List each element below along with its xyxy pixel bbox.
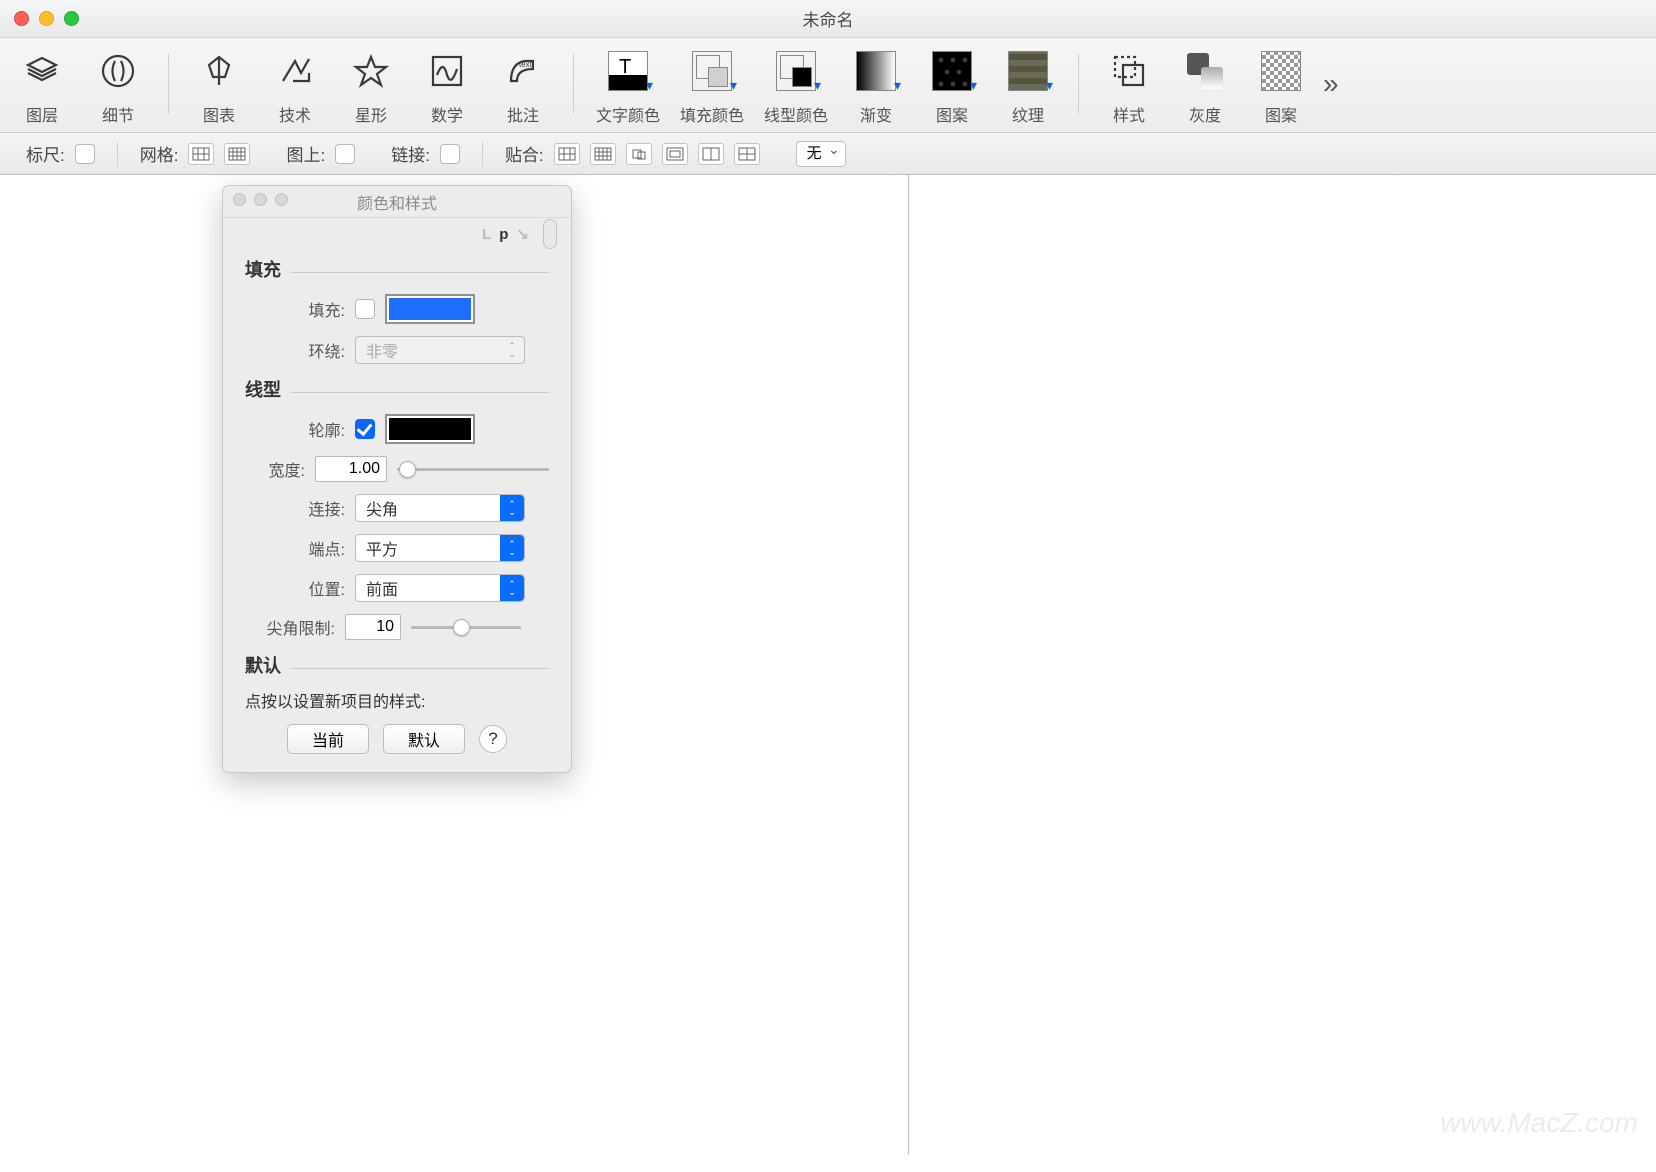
panel-tab-arrow-icon[interactable]: ↘: [516, 225, 529, 243]
toolbar-overflow[interactable]: »: [1323, 68, 1339, 100]
grid-3x3-icon[interactable]: [188, 143, 214, 165]
panel-tab-l-icon[interactable]: L: [482, 226, 491, 243]
width-slider[interactable]: [397, 459, 549, 479]
snap-opt6-icon[interactable]: [734, 143, 760, 165]
annotate-icon: text: [500, 48, 546, 94]
canvas-area[interactable]: 颜色和样式 L p ↘ 填充 填充: 环绕: 非零⌃⌄ 线型 轮廓:: [0, 175, 1656, 1155]
toolbar-separator: [1078, 54, 1079, 114]
link-label: 链接:: [391, 141, 430, 166]
default-hint: 点按以设置新项目的样式:: [245, 688, 549, 712]
ontop-toggle[interactable]: [335, 144, 355, 164]
toolbar-gradient[interactable]: ▾ 渐变: [848, 48, 904, 126]
wrap-label: 环绕:: [245, 338, 345, 362]
tech-icon: [272, 48, 318, 94]
miter-slider[interactable]: [411, 617, 521, 637]
current-button[interactable]: 当前: [287, 724, 369, 754]
chart-icon: [196, 48, 242, 94]
main-toolbar: 图层 细节 图表 技术 星形 数学 text 批注 T▾: [0, 38, 1656, 133]
pattern2-icon: [1258, 48, 1304, 94]
ruler-toggle[interactable]: [75, 144, 95, 164]
fill-color-icon: ▾: [689, 48, 735, 94]
toolbar-style[interactable]: 样式: [1101, 48, 1157, 126]
line-color-icon: ▾: [773, 48, 819, 94]
cap-label: 端点:: [245, 536, 345, 560]
fill-label: 填充:: [245, 297, 345, 321]
width-input[interactable]: [315, 456, 387, 482]
ontop-label: 图上:: [286, 141, 325, 166]
toolbar-fill-color[interactable]: ▾ 填充颜色: [680, 48, 744, 126]
toolbar-texture[interactable]: ▾ 纹理: [1000, 48, 1056, 126]
snap-opt5-icon[interactable]: [698, 143, 724, 165]
toolbar-chart[interactable]: 图表: [191, 48, 247, 126]
fill-color-swatch[interactable]: [385, 294, 475, 324]
wrap-select[interactable]: 非零⌃⌄: [355, 336, 525, 364]
texture-icon: ▾: [1005, 48, 1051, 94]
option-bar: 标尺: 网格: 图上: 链接: 贴合: 无: [0, 133, 1656, 175]
toolbar-tech[interactable]: 技术: [267, 48, 323, 126]
toolbar-math[interactable]: 数学: [419, 48, 475, 126]
toolbar-grayscale[interactable]: 灰度: [1177, 48, 1233, 126]
cap-select[interactable]: 平方⌃⌄: [355, 534, 525, 562]
snap-opt3-icon[interactable]: [626, 143, 652, 165]
toolbar-star[interactable]: 星形: [343, 48, 399, 126]
snap-opt4-icon[interactable]: [662, 143, 688, 165]
vertical-guide: [908, 175, 909, 1155]
color-style-panel: 颜色和样式 L p ↘ 填充 填充: 环绕: 非零⌃⌄ 线型 轮廓:: [222, 185, 572, 773]
layers-icon: [19, 48, 65, 94]
toolbar-pattern-dots[interactable]: ▾ 图案: [924, 48, 980, 126]
position-label: 位置:: [245, 576, 345, 600]
width-label: 宽度:: [245, 457, 305, 481]
panel-close[interactable]: [233, 193, 246, 206]
window-titlebar: 未命名: [0, 0, 1656, 38]
panel-title-text: 颜色和样式: [357, 190, 437, 214]
grayscale-icon: [1182, 48, 1228, 94]
help-button[interactable]: ?: [479, 725, 507, 753]
panel-min[interactable]: [254, 193, 267, 206]
panel-tab-p[interactable]: p: [499, 226, 508, 243]
snap-label: 贴合:: [505, 141, 544, 166]
line-section-header: 线型: [245, 376, 281, 402]
grid-label: 网格:: [140, 141, 179, 166]
panel-titlebar[interactable]: 颜色和样式: [223, 186, 571, 218]
star-icon: [348, 48, 394, 94]
style-icon: [1106, 48, 1152, 94]
link-toggle[interactable]: [440, 144, 460, 164]
window-title: 未命名: [0, 6, 1656, 31]
toolbar-text-color[interactable]: T▾ 文字颜色: [596, 48, 660, 126]
toolbar-annotate[interactable]: text 批注: [495, 48, 551, 126]
toolbar-layers[interactable]: 图层: [14, 48, 70, 126]
miter-input[interactable]: [345, 614, 401, 640]
detail-icon: [95, 48, 141, 94]
join-label: 连接:: [245, 496, 345, 520]
gradient-icon: ▾: [853, 48, 899, 94]
math-icon: [424, 48, 470, 94]
svg-text:text: text: [519, 60, 533, 69]
default-section-header: 默认: [245, 652, 281, 678]
pattern-dots-icon: ▾: [929, 48, 975, 94]
toolbar-separator: [573, 54, 574, 114]
outline-label: 轮廓:: [245, 417, 345, 441]
fill-checkbox[interactable]: [355, 299, 375, 319]
snap-select[interactable]: 无: [796, 141, 846, 167]
snap-opt1-icon[interactable]: [554, 143, 580, 165]
toolbar-detail[interactable]: 细节: [90, 48, 146, 126]
position-select[interactable]: 前面⌃⌄: [355, 574, 525, 602]
join-select[interactable]: 尖角⌃⌄: [355, 494, 525, 522]
miter-label: 尖角限制:: [245, 615, 335, 639]
ruler-label: 标尺:: [26, 141, 65, 166]
panel-max[interactable]: [275, 193, 288, 206]
toolbar-separator: [168, 54, 169, 114]
grid-4x4-icon[interactable]: [224, 143, 250, 165]
fill-section-header: 填充: [245, 256, 281, 282]
default-button[interactable]: 默认: [383, 724, 465, 754]
panel-scroll-thumb[interactable]: [543, 219, 557, 249]
outline-color-swatch[interactable]: [385, 414, 475, 444]
toolbar-line-color[interactable]: ▾ 线型颜色: [764, 48, 828, 126]
text-color-icon: T▾: [605, 48, 651, 94]
toolbar-pattern2[interactable]: 图案: [1253, 48, 1309, 126]
outline-checkbox[interactable]: [355, 419, 375, 439]
snap-opt2-icon[interactable]: [590, 143, 616, 165]
watermark-text: www.MacZ.com: [1440, 1107, 1638, 1139]
